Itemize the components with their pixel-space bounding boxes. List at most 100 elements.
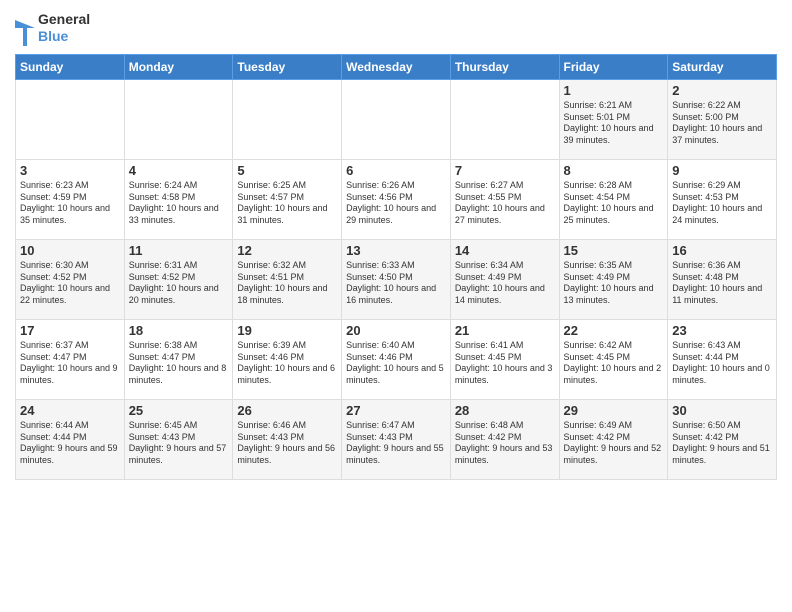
day-header-saturday: Saturday <box>668 55 777 80</box>
day-info: Sunrise: 6:41 AM Sunset: 4:45 PM Dayligh… <box>455 340 553 385</box>
page-container: General Blue SundayMondayTuesdayWednesda… <box>0 0 792 490</box>
calendar-day-12: 12 Sunrise: 6:32 AM Sunset: 4:51 PM Dayli… <box>233 240 342 320</box>
calendar-day-15: 15 Sunrise: 6:35 AM Sunset: 4:49 PM Dayli… <box>559 240 668 320</box>
day-info: Sunrise: 6:24 AM Sunset: 4:58 PM Dayligh… <box>129 180 219 225</box>
day-info: Sunrise: 6:30 AM Sunset: 4:52 PM Dayligh… <box>20 260 110 305</box>
logo-text: General Blue <box>38 11 90 45</box>
day-number: 10 <box>20 243 120 258</box>
calendar-day-3: 3Sunrise: 6:23 AM Sunset: 4:59 PM Daylig… <box>16 160 125 240</box>
calendar-week-4: 17 Sunrise: 6:37 AM Sunset: 4:47 PM Dayli… <box>16 320 777 400</box>
day-header-wednesday: Wednesday <box>342 55 451 80</box>
day-number: 9 <box>672 163 772 178</box>
day-info: Sunrise: 6:33 AM Sunset: 4:50 PM Dayligh… <box>346 260 436 305</box>
day-number: 22 <box>564 323 664 338</box>
day-info: Sunrise: 6:39 AM Sunset: 4:46 PM Dayligh… <box>237 340 335 385</box>
header: General Blue <box>15 10 777 46</box>
calendar-empty <box>16 80 125 160</box>
calendar-week-5: 24Sunrise: 6:44 AM Sunset: 4:44 PM Dayli… <box>16 400 777 480</box>
calendar-day-28: 28 Sunrise: 6:48 AM Sunset: 4:42 PM Dayli… <box>450 400 559 480</box>
day-info: Sunrise: 6:49 AM Sunset: 4:42 PM Dayligh… <box>564 420 662 465</box>
day-number: 6 <box>346 163 446 178</box>
calendar-week-1: 1 Sunrise: 6:21 AM Sunset: 5:01 PM Daylig… <box>16 80 777 160</box>
day-info: Sunrise: 6:40 AM Sunset: 4:46 PM Dayligh… <box>346 340 444 385</box>
day-number: 16 <box>672 243 772 258</box>
calendar-day-23: 23 Sunrise: 6:43 AM Sunset: 4:44 PM Dayli… <box>668 320 777 400</box>
calendar-day-25: 25Sunrise: 6:45 AM Sunset: 4:43 PM Dayli… <box>124 400 233 480</box>
day-info: Sunrise: 6:42 AM Sunset: 4:45 PM Dayligh… <box>564 340 662 385</box>
calendar-day-19: 19 Sunrise: 6:39 AM Sunset: 4:46 PM Dayli… <box>233 320 342 400</box>
day-number: 17 <box>20 323 120 338</box>
day-number: 2 <box>672 83 772 98</box>
calendar-header-row: SundayMondayTuesdayWednesdayThursdayFrid… <box>16 55 777 80</box>
day-header-tuesday: Tuesday <box>233 55 342 80</box>
day-info: Sunrise: 6:38 AM Sunset: 4:47 PM Dayligh… <box>129 340 227 385</box>
day-info: Sunrise: 6:34 AM Sunset: 4:49 PM Dayligh… <box>455 260 545 305</box>
calendar-day-30: 30Sunrise: 6:50 AM Sunset: 4:42 PM Dayli… <box>668 400 777 480</box>
day-info: Sunrise: 6:27 AM Sunset: 4:55 PM Dayligh… <box>455 180 545 225</box>
calendar-day-24: 24Sunrise: 6:44 AM Sunset: 4:44 PM Dayli… <box>16 400 125 480</box>
day-info: Sunrise: 6:23 AM Sunset: 4:59 PM Dayligh… <box>20 180 110 225</box>
day-number: 19 <box>237 323 337 338</box>
day-info: Sunrise: 6:29 AM Sunset: 4:53 PM Dayligh… <box>672 180 762 225</box>
day-info: Sunrise: 6:35 AM Sunset: 4:49 PM Dayligh… <box>564 260 654 305</box>
calendar-day-6: 6 Sunrise: 6:26 AM Sunset: 4:56 PM Daylig… <box>342 160 451 240</box>
calendar-day-27: 27Sunrise: 6:47 AM Sunset: 4:43 PM Dayli… <box>342 400 451 480</box>
day-number: 23 <box>672 323 772 338</box>
calendar-day-17: 17 Sunrise: 6:37 AM Sunset: 4:47 PM Dayli… <box>16 320 125 400</box>
day-info: Sunrise: 6:36 AM Sunset: 4:48 PM Dayligh… <box>672 260 762 305</box>
day-info: Sunrise: 6:31 AM Sunset: 4:52 PM Dayligh… <box>129 260 219 305</box>
calendar-empty <box>124 80 233 160</box>
calendar-day-21: 21 Sunrise: 6:41 AM Sunset: 4:45 PM Dayli… <box>450 320 559 400</box>
calendar-day-14: 14 Sunrise: 6:34 AM Sunset: 4:49 PM Dayli… <box>450 240 559 320</box>
logo: General Blue <box>15 10 90 46</box>
day-number: 26 <box>237 403 337 418</box>
day-number: 8 <box>564 163 664 178</box>
calendar-day-29: 29Sunrise: 6:49 AM Sunset: 4:42 PM Dayli… <box>559 400 668 480</box>
day-info: Sunrise: 6:32 AM Sunset: 4:51 PM Dayligh… <box>237 260 327 305</box>
day-number: 13 <box>346 243 446 258</box>
calendar-day-9: 9 Sunrise: 6:29 AM Sunset: 4:53 PM Daylig… <box>668 160 777 240</box>
calendar-empty <box>233 80 342 160</box>
day-info: Sunrise: 6:26 AM Sunset: 4:56 PM Dayligh… <box>346 180 436 225</box>
day-number: 12 <box>237 243 337 258</box>
calendar-day-7: 7 Sunrise: 6:27 AM Sunset: 4:55 PM Daylig… <box>450 160 559 240</box>
calendar-table: SundayMondayTuesdayWednesdayThursdayFrid… <box>15 54 777 480</box>
calendar-day-16: 16 Sunrise: 6:36 AM Sunset: 4:48 PM Dayli… <box>668 240 777 320</box>
calendar-day-13: 13 Sunrise: 6:33 AM Sunset: 4:50 PM Dayli… <box>342 240 451 320</box>
day-number: 28 <box>455 403 555 418</box>
calendar-day-22: 22 Sunrise: 6:42 AM Sunset: 4:45 PM Dayli… <box>559 320 668 400</box>
calendar-day-1: 1 Sunrise: 6:21 AM Sunset: 5:01 PM Daylig… <box>559 80 668 160</box>
day-number: 21 <box>455 323 555 338</box>
calendar-day-11: 11 Sunrise: 6:31 AM Sunset: 4:52 PM Dayli… <box>124 240 233 320</box>
day-header-sunday: Sunday <box>16 55 125 80</box>
calendar-week-2: 3Sunrise: 6:23 AM Sunset: 4:59 PM Daylig… <box>16 160 777 240</box>
day-number: 7 <box>455 163 555 178</box>
day-number: 15 <box>564 243 664 258</box>
day-header-monday: Monday <box>124 55 233 80</box>
day-number: 30 <box>672 403 772 418</box>
calendar-day-4: 4 Sunrise: 6:24 AM Sunset: 4:58 PM Daylig… <box>124 160 233 240</box>
day-number: 18 <box>129 323 229 338</box>
day-info: Sunrise: 6:46 AM Sunset: 4:43 PM Dayligh… <box>237 420 335 465</box>
day-header-thursday: Thursday <box>450 55 559 80</box>
day-number: 5 <box>237 163 337 178</box>
day-number: 14 <box>455 243 555 258</box>
day-info: Sunrise: 6:48 AM Sunset: 4:42 PM Dayligh… <box>455 420 553 465</box>
day-number: 11 <box>129 243 229 258</box>
day-info: Sunrise: 6:22 AM Sunset: 5:00 PM Dayligh… <box>672 100 762 145</box>
calendar-day-26: 26 Sunrise: 6:46 AM Sunset: 4:43 PM Dayli… <box>233 400 342 480</box>
day-number: 1 <box>564 83 664 98</box>
calendar-day-5: 5Sunrise: 6:25 AM Sunset: 4:57 PM Daylig… <box>233 160 342 240</box>
calendar-day-8: 8Sunrise: 6:28 AM Sunset: 4:54 PM Daylig… <box>559 160 668 240</box>
logo-arrow-icon <box>15 10 35 46</box>
day-header-friday: Friday <box>559 55 668 80</box>
day-info: Sunrise: 6:44 AM Sunset: 4:44 PM Dayligh… <box>20 420 118 465</box>
calendar-day-2: 2 Sunrise: 6:22 AM Sunset: 5:00 PM Daylig… <box>668 80 777 160</box>
calendar-day-10: 10 Sunrise: 6:30 AM Sunset: 4:52 PM Dayli… <box>16 240 125 320</box>
day-number: 4 <box>129 163 229 178</box>
calendar-day-20: 20Sunrise: 6:40 AM Sunset: 4:46 PM Dayli… <box>342 320 451 400</box>
day-info: Sunrise: 6:47 AM Sunset: 4:43 PM Dayligh… <box>346 420 444 465</box>
day-info: Sunrise: 6:37 AM Sunset: 4:47 PM Dayligh… <box>20 340 118 385</box>
day-info: Sunrise: 6:43 AM Sunset: 4:44 PM Dayligh… <box>672 340 770 385</box>
day-info: Sunrise: 6:21 AM Sunset: 5:01 PM Dayligh… <box>564 100 654 145</box>
